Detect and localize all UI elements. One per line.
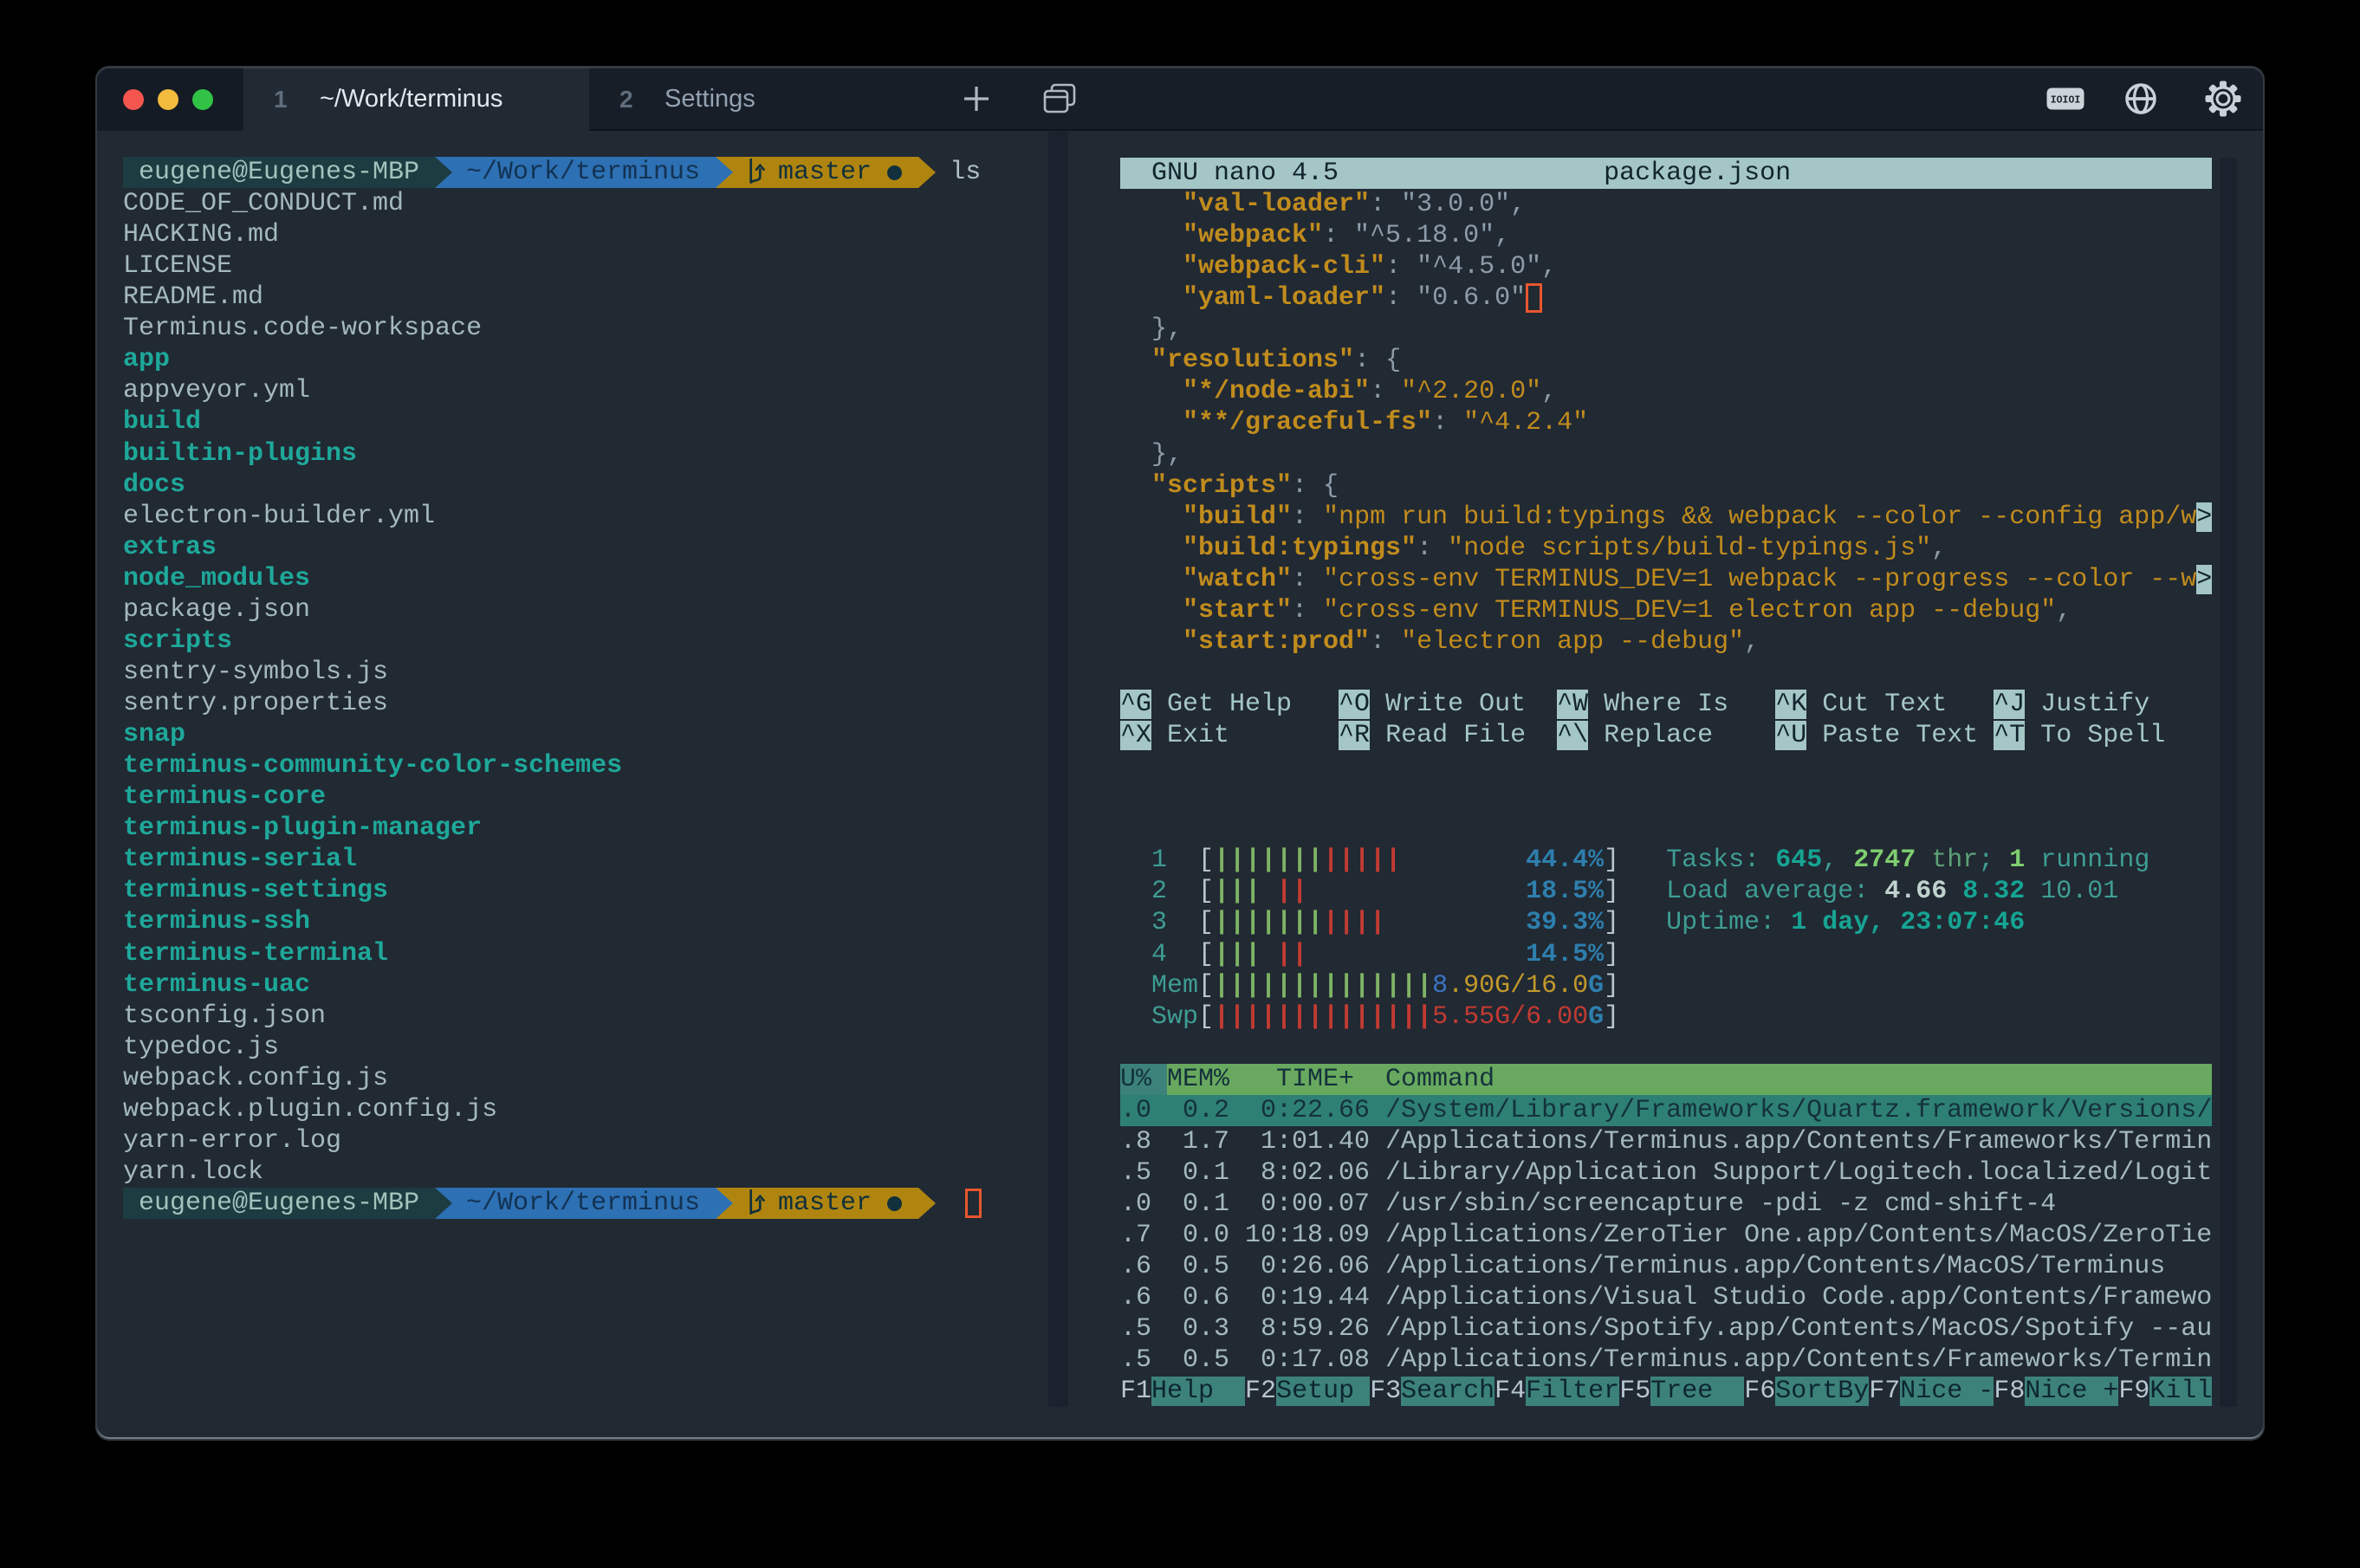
svg-text:IOIOI: IOIOI bbox=[2051, 95, 2081, 107]
